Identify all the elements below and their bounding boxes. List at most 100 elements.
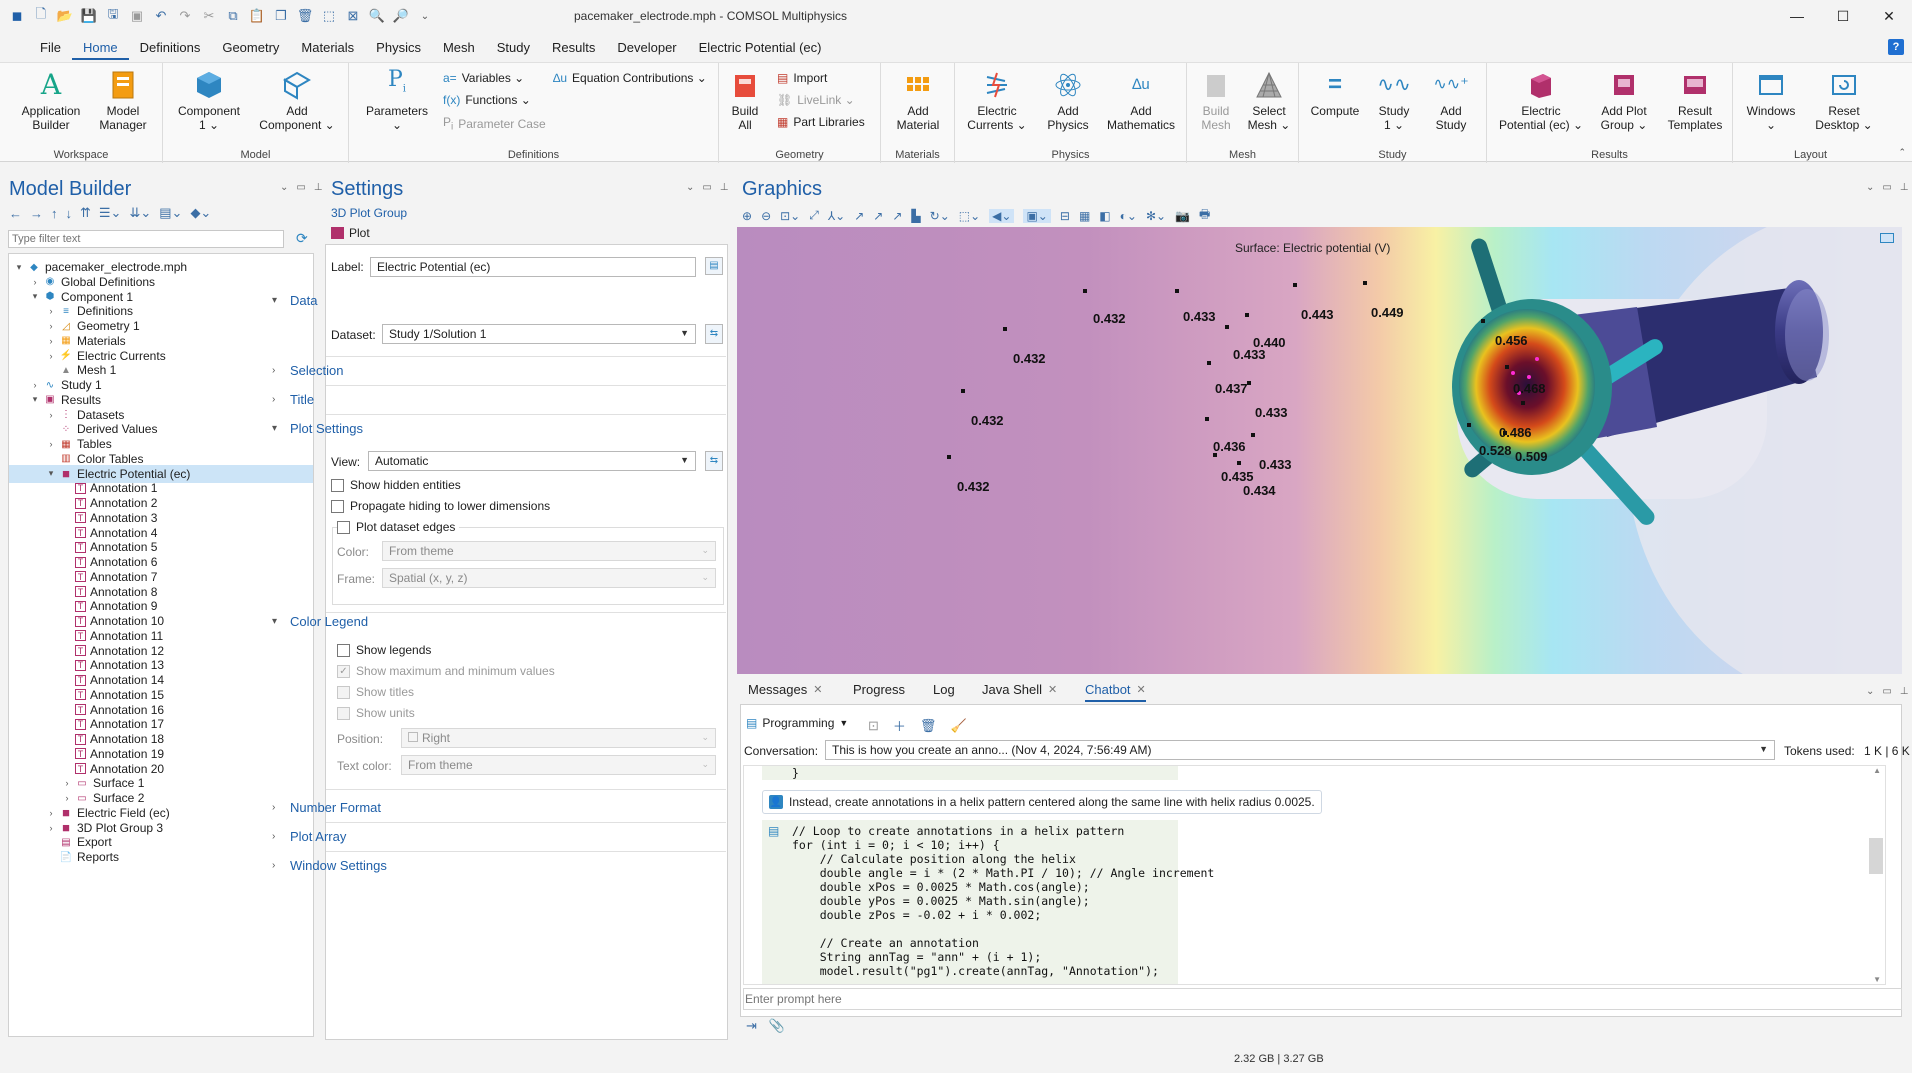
find-replace-icon[interactable]: 🔎 [392, 7, 410, 25]
graphics-viewport[interactable]: Surface: Electric potential (V) 0.432 0.4… [737, 227, 1902, 674]
application-builder-button[interactable]: A Application Builder [18, 69, 84, 133]
tab-java-shell[interactable]: Java Shell ✕ [982, 682, 1057, 697]
minimize-panel-icon[interactable]: ▭ [1882, 182, 1891, 193]
section-number-format[interactable]: › Number Format [272, 800, 381, 815]
section-title[interactable]: › Title [272, 392, 314, 407]
section-plot-settings[interactable]: ▾ Plot Settings [272, 421, 363, 436]
tab-log[interactable]: Log [933, 682, 955, 697]
part-libraries-button[interactable]: ▦ Part Libraries [777, 115, 865, 129]
tab-chatbot[interactable]: Chatbot ✕ [1085, 682, 1146, 702]
menu-physics[interactable]: Physics [365, 36, 432, 60]
cut-icon[interactable]: ✂ [200, 7, 218, 25]
minimize-panel-icon[interactable]: ▭ [1882, 686, 1891, 697]
show-titles-checkbox[interactable]: Show titles [337, 685, 414, 699]
show-max-min-checkbox[interactable]: ✓ Show maximum and minimum values [337, 664, 555, 678]
graphics-options-icon[interactable] [1880, 233, 1894, 243]
zoom-box-icon[interactable]: ⊡⌄ [780, 209, 800, 223]
zx-view-icon[interactable]: ↗ [892, 209, 902, 223]
conversation-select[interactable]: This is how you create an anno... (Nov 4… [825, 740, 1775, 760]
zoom-extents-icon[interactable]: ⤢ [809, 208, 819, 223]
conversation-area[interactable]: } 👤 Instead, create annotations in a hel… [743, 765, 1886, 985]
add-physics-button[interactable]: Add Physics [1039, 69, 1097, 132]
position-select[interactable]: Right ⌄ [401, 728, 716, 748]
delete-icon[interactable]: 🗑 [296, 7, 314, 25]
propagate-hiding-checkbox[interactable]: Propagate hiding to lower dimensions [331, 499, 550, 513]
view-menu-icon[interactable]: ⌄ [280, 182, 288, 193]
menu-developer[interactable]: Developer [606, 36, 687, 60]
save-as-icon[interactable]: 🖫 [104, 6, 122, 25]
view-menu-icon[interactable]: ⌄ [1866, 686, 1874, 697]
section-window-settings[interactable]: › Window Settings [272, 858, 387, 873]
show-hidden-entities-checkbox[interactable]: Show hidden entities [331, 478, 461, 492]
minimize-panel-icon[interactable]: ▭ [296, 182, 305, 193]
build-all-button[interactable]: Build All [725, 69, 765, 132]
text-color-select[interactable]: From theme ⌄ [401, 755, 716, 775]
clear-selection-icon[interactable]: ⊠ [344, 7, 362, 25]
go-to-view-icon[interactable]: ▙ [911, 209, 920, 223]
collapse-ribbon-icon[interactable]: ⌃ [1898, 147, 1906, 158]
view-menu-icon[interactable]: ⌄ [686, 182, 694, 193]
pin-icon[interactable]: ⊥ [314, 182, 323, 193]
select-mesh-button[interactable]: Select Mesh ⌄ [1243, 69, 1295, 132]
menu-geometry[interactable]: Geometry [211, 36, 290, 60]
close-tab-icon[interactable]: ✕ [1137, 683, 1146, 696]
label-field[interactable]: Electric Potential (ec) [370, 257, 696, 277]
add-component-button[interactable]: Add Component ⌄ [255, 69, 339, 132]
expand-icon[interactable]: ⇊⌄ [129, 205, 151, 221]
label-edit-icon[interactable]: ▤ [705, 257, 723, 275]
help-icon[interactable]: ? [1888, 39, 1904, 55]
reset-desktop-button[interactable]: Reset Desktop ⌄ [1811, 69, 1877, 132]
scrollbar-thumb[interactable] [1869, 838, 1883, 874]
reset-view-icon[interactable]: ✻⌄ [1146, 209, 1166, 223]
compact-history-icon[interactable]: ▣ [128, 7, 146, 25]
views-icon[interactable]: ⬚⌄ [959, 209, 980, 223]
collapsed-arrow-icon[interactable]: › [45, 306, 57, 316]
move-down-icon[interactable]: ↓ [66, 206, 73, 221]
add-study-button[interactable]: ∿∿⁺ Add Study [1423, 69, 1479, 133]
scene-light-icon[interactable]: ◐⌄ [1120, 209, 1137, 223]
render-icon[interactable]: ▦ [1079, 209, 1090, 223]
collapsed-arrow-icon[interactable]: › [45, 321, 57, 331]
close-tab-icon[interactable]: ✕ [813, 683, 822, 696]
copy-icon[interactable]: ⧉ [224, 7, 242, 25]
menu-mesh[interactable]: Mesh [432, 36, 486, 60]
plot-dataset-edges-checkbox[interactable]: Plot dataset edges [337, 520, 460, 534]
show-units-checkbox[interactable]: Show units [337, 706, 415, 720]
minimize-panel-icon[interactable]: ▭ [702, 182, 711, 193]
pin-icon[interactable]: ⊥ [1900, 686, 1909, 697]
tab-messages[interactable]: Messages ✕ [748, 682, 822, 697]
xy-view-icon[interactable]: ↗ [854, 209, 864, 223]
section-selection[interactable]: › Selection [272, 363, 343, 378]
filter-field[interactable] [8, 230, 284, 248]
go-to-dataset-icon[interactable]: ⇆ [705, 324, 723, 344]
collapse-icon[interactable]: ☰⌄ [99, 205, 122, 221]
collapsed-arrow-icon[interactable]: › [29, 380, 41, 390]
zoom-in-icon[interactable]: ⊕ [742, 209, 752, 223]
select-all-icon[interactable]: ⬚ [320, 7, 338, 25]
find-icon[interactable]: 🔍 [368, 7, 386, 25]
forward-icon[interactable]: → [30, 206, 43, 221]
refresh-filter-icon[interactable]: ⟳ [296, 230, 308, 247]
menu-study[interactable]: Study [486, 36, 541, 60]
image-snapshot-icon[interactable]: 📷 [1175, 209, 1190, 223]
model-manager-button[interactable]: Model Manager [92, 69, 154, 132]
run-code-icon[interactable]: ⊡ [868, 718, 879, 734]
collapsed-arrow-icon[interactable]: › [45, 336, 57, 346]
parameters-button[interactable]: Pi Parameters ⌄ [365, 69, 429, 132]
add-material-button[interactable]: Add Material [887, 69, 949, 132]
color-select[interactable]: From theme ⌄ [382, 541, 716, 561]
pin-icon[interactable]: ⊥ [720, 182, 729, 193]
rotate-icon[interactable]: ↻⌄ [930, 209, 950, 223]
collapsed-arrow-icon[interactable]: › [29, 277, 41, 287]
expanded-arrow-icon[interactable]: ▾ [45, 468, 57, 479]
result-templates-button[interactable]: Result Templates [1663, 69, 1727, 132]
new-file-icon[interactable]: 🗋 [32, 6, 50, 25]
study-1-button[interactable]: ∿∿ Study 1 ⌄ [1371, 69, 1417, 132]
maximize-icon[interactable]: ☐ [1820, 0, 1866, 32]
tab-progress[interactable]: Progress [853, 682, 905, 697]
copy-code-icon[interactable]: ▤ [768, 824, 779, 838]
transparency-icon[interactable]: ▣⌄ [1023, 208, 1051, 223]
livelink-button[interactable]: ⛓ LiveLink ⌄ [777, 93, 855, 107]
variables-button[interactable]: a= Variables ⌄ [443, 71, 524, 85]
send-icon[interactable]: ⇥ [746, 1018, 757, 1034]
